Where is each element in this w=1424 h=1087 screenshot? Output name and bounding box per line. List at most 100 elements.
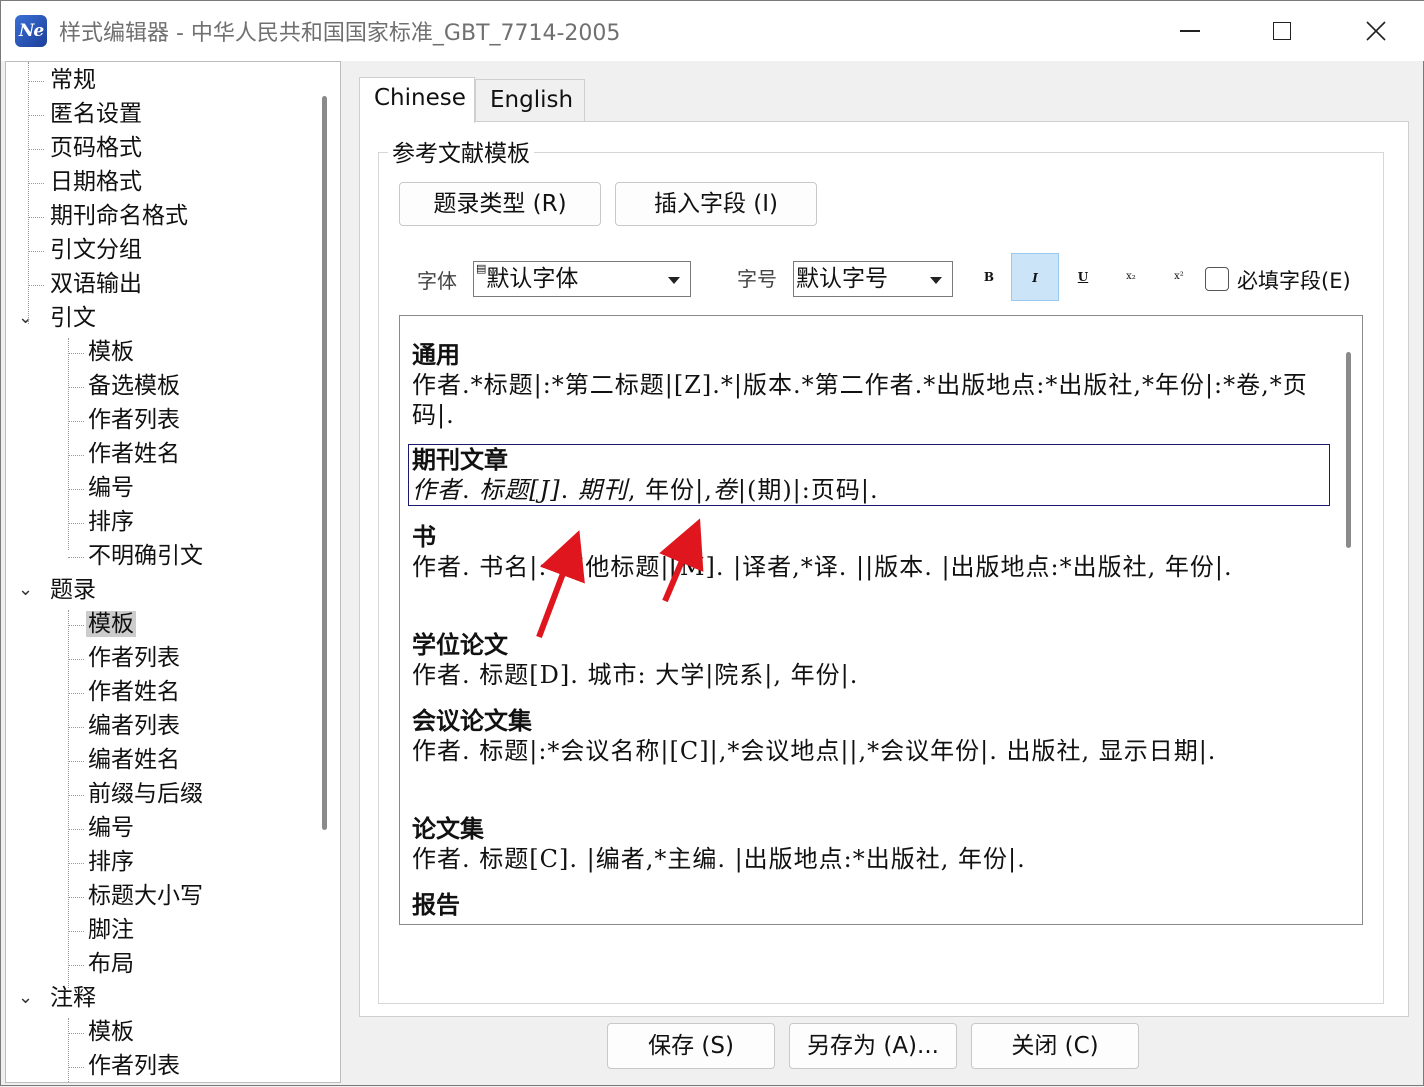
tree-item[interactable]: 布局	[86, 948, 136, 980]
italic-button[interactable]: I	[1011, 253, 1059, 301]
minimize-button[interactable]	[1167, 9, 1213, 53]
tree-item[interactable]: 常规	[48, 64, 98, 96]
tree-item[interactable]: 模板	[86, 1016, 136, 1048]
tree-item-label: 双语输出	[50, 271, 142, 297]
tree-item[interactable]: 编者姓名	[86, 744, 182, 776]
template-field-segment: [J]	[529, 476, 561, 504]
tree-item-label: 注释	[50, 985, 96, 1011]
settings-tree[interactable]: 常规 匿名设置 页码格式 日期格式 期刊命名格式 引文分组 双语输出 ⌄ 引文 模板 备选模板 作者列…	[5, 61, 341, 1083]
maximize-button[interactable]	[1259, 9, 1305, 53]
tree-item[interactable]: 模板	[86, 608, 136, 640]
bold-button[interactable]: B	[965, 253, 1013, 301]
close-button[interactable]: 关闭 (C)	[971, 1023, 1139, 1069]
size-label: 字号	[737, 267, 777, 291]
template-editor[interactable]: 通用 作者.*标题|:*第二标题|[Z].*|版本.*第二作者.*出版地点:*出版…	[399, 315, 1363, 925]
tree-item[interactable]: 页码格式	[48, 132, 144, 164]
tab-english[interactable]: English	[475, 79, 585, 121]
font-select-value: 默认字体	[486, 266, 579, 292]
tree-item[interactable]: 不明确引文	[86, 540, 205, 572]
template-entry[interactable]: 通用 作者.*标题|:*第二标题|[Z].*|版本.*第二作者.*出版地点:*出版…	[412, 340, 1332, 430]
tree-item[interactable]: 作者姓名	[86, 676, 182, 708]
tab-chinese[interactable]: Chinese	[359, 77, 475, 123]
tree-item[interactable]: 排序	[86, 846, 136, 878]
tree-item[interactable]: 脚注	[86, 914, 136, 946]
tree-connector	[68, 455, 84, 456]
tree-item[interactable]: 引文分组	[48, 234, 144, 266]
underline-button[interactable]: U	[1059, 253, 1107, 301]
tree-item[interactable]: 匿名设置	[48, 98, 144, 130]
tree-item-label: 编者姓名	[88, 747, 180, 773]
template-entry[interactable]: 书作者. 书名|:*其他标题|[M]. |译者,*译. ||版本. |出版地点:…	[412, 522, 1332, 582]
tree-item[interactable]: 作者列表	[86, 642, 182, 674]
minimize-icon	[1180, 30, 1200, 32]
tree-item-label: 编者列表	[88, 713, 180, 739]
template-entry[interactable]: 期刊文章 作者. 标题[J]. 期刊, 年份|,卷|(期)|:页码|.	[408, 444, 1330, 506]
template-field-segment: , 年份|,	[627, 476, 713, 504]
tree-item-label: 脚注	[88, 917, 134, 943]
template-field-segment: 卷	[712, 476, 738, 504]
required-field-checkbox[interactable]	[1205, 267, 1229, 291]
editor-scrollbar[interactable]	[1346, 352, 1351, 548]
tree-connector	[68, 338, 69, 550]
subscript-button[interactable]: x₂	[1107, 253, 1155, 301]
tree-item[interactable]: 日期格式	[48, 166, 144, 198]
save-button[interactable]: 保存 (S)	[607, 1023, 775, 1069]
tree-item[interactable]: 排序	[86, 506, 136, 538]
tree-item-label: 排序	[88, 849, 134, 875]
tree-item-label: 标题大小写	[88, 883, 203, 909]
tree-item[interactable]: 题录	[48, 574, 98, 606]
chevron-down-icon	[930, 277, 942, 284]
tree-connector	[68, 421, 84, 422]
tree-connector	[68, 625, 84, 626]
font-type-icon: ▤	[476, 262, 487, 275]
save-as-button[interactable]: 另存为 (A)...	[789, 1023, 957, 1069]
template-type-title: 论文集	[412, 814, 484, 843]
window-title: 样式编辑器 - 中华人民共和国国家标准_GBT_7714-2005	[59, 21, 621, 46]
font-select[interactable]: ▤默认字体	[473, 261, 691, 297]
chevron-down-icon[interactable]: ⌄	[18, 982, 33, 1014]
tree-item[interactable]: 作者姓名	[86, 438, 182, 470]
title-bar[interactable]: Ne 样式编辑器 - 中华人民共和国国家标准_GBT_7714-2005	[1, 1, 1424, 61]
template-field-segment: |(期)|:页码|.	[737, 476, 879, 504]
tree-item[interactable]: 模板	[86, 336, 136, 368]
tree-item[interactable]: 备选模板	[86, 370, 182, 402]
tree-item[interactable]: 编者列表	[86, 710, 182, 742]
size-select[interactable]: 默认字号	[793, 261, 953, 297]
tree-connector	[28, 251, 44, 252]
tree-item-label: 常规	[50, 67, 96, 93]
tree-item[interactable]: 前缀与后缀	[86, 778, 205, 810]
template-type-title: 报告	[412, 890, 460, 919]
tree-item[interactable]: 双语输出	[48, 268, 144, 300]
tree-item[interactable]: 标题大小写	[86, 880, 205, 912]
tree-item-label: 匿名设置	[50, 101, 142, 127]
tree-item[interactable]: 作者列表	[86, 404, 182, 436]
tree-connector	[28, 183, 44, 184]
chevron-down-icon[interactable]: ⌄	[18, 302, 33, 334]
tree-scrollbar[interactable]	[322, 96, 327, 830]
tree-connector	[68, 353, 84, 354]
tree-item-label: 不明确引文	[88, 543, 203, 569]
tree-connector	[28, 217, 44, 218]
tree-connector	[68, 761, 84, 762]
template-entry[interactable]: 报告	[412, 890, 1332, 920]
template-entry[interactable]: 会议论文集 作者. 标题|:*会议名称|[C]|,*会议地点||,*会议年份|. …	[412, 706, 1332, 766]
reference-type-button[interactable]: 题录类型 (R)	[399, 182, 601, 226]
tree-connector	[28, 149, 44, 150]
size-select-value: 默认字号	[796, 266, 888, 292]
template-entry[interactable]: 论文集 作者. 标题[C]. |编者,*主编. |出版地点:*出版社, 年份|.	[412, 814, 1332, 874]
chevron-down-icon[interactable]: ⌄	[18, 574, 33, 606]
tree-item[interactable]: 引文	[48, 302, 98, 334]
tree-item[interactable]: 作者列表	[86, 1050, 182, 1082]
insert-field-button[interactable]: 插入字段 (I)	[615, 182, 817, 226]
superscript-button[interactable]: x²	[1155, 253, 1203, 301]
template-entry[interactable]: 学位论文 作者. 标题[D]. 城市: 大学|院系|, 年份|.	[412, 630, 1332, 690]
tree-item[interactable]: 编号	[86, 472, 136, 504]
close-window-button[interactable]	[1353, 9, 1399, 53]
tree-item[interactable]: 注释	[48, 982, 98, 1014]
tree-item[interactable]: 编号	[86, 812, 136, 844]
tree-connector	[68, 523, 84, 524]
tree-item[interactable]: 期刊命名格式	[48, 200, 190, 232]
template-fields: 作者. 书名|:*其他标题|[M]. |译者,*译. ||版本. |出版地点:*…	[412, 553, 1233, 581]
tree-item-label: 作者列表	[88, 645, 180, 671]
template-field-segment: .	[560, 476, 578, 504]
